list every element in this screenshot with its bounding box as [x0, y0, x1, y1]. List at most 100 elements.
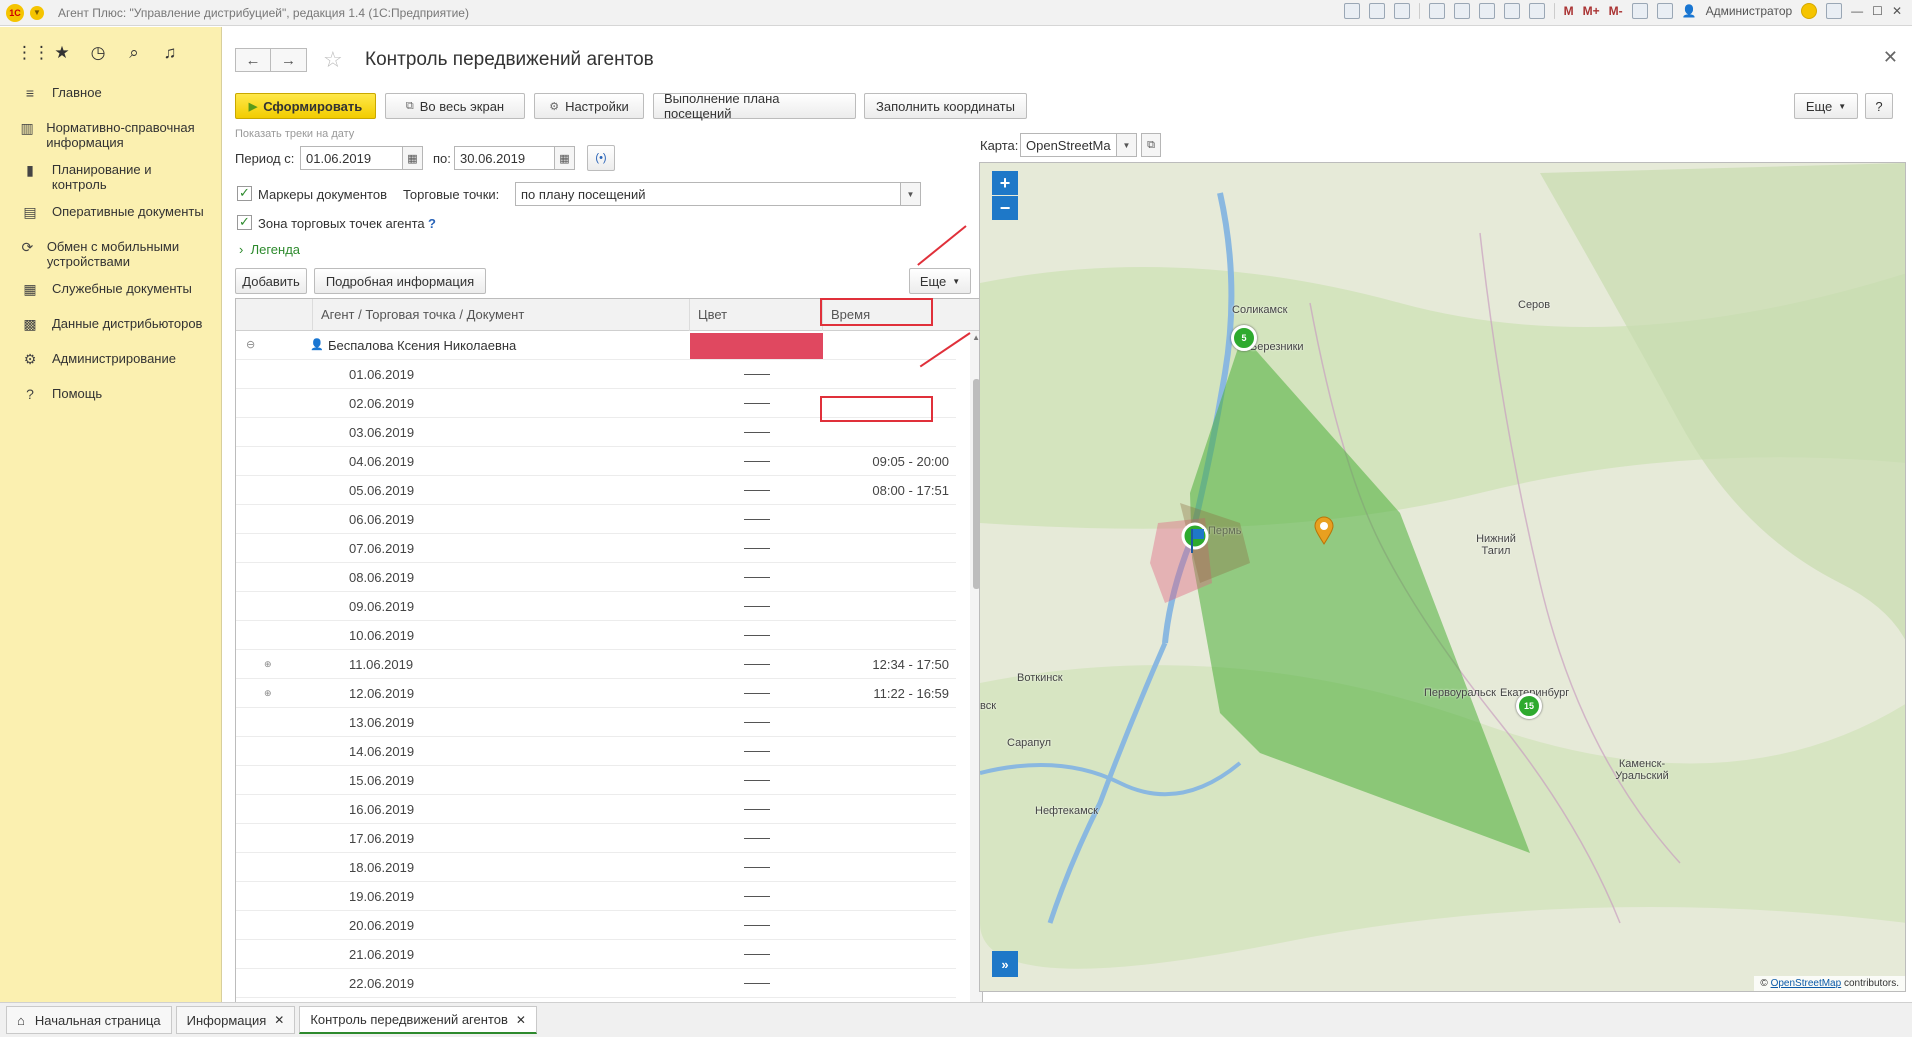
- table-row[interactable]: ⊕ 12.06.2019 11:22 - 16:59: [236, 679, 956, 708]
- chevron-down-icon[interactable]: ▼: [1117, 133, 1137, 157]
- sidebar-item-planning[interactable]: ▮ Планирование и контроль: [0, 156, 221, 198]
- table-row[interactable]: 20.06.2019: [236, 911, 956, 940]
- open-map-icon[interactable]: ⧉: [1141, 133, 1161, 157]
- table-row[interactable]: 13.06.2019: [236, 708, 956, 737]
- calculator-icon[interactable]: [1503, 3, 1520, 19]
- period-to-input[interactable]: [454, 146, 555, 170]
- table-more-button[interactable]: Еще ▼: [909, 268, 971, 294]
- fullscreen-button[interactable]: ⧉ Во весь экран: [385, 93, 525, 119]
- visit-plan-button[interactable]: Выполнение плана посещений: [653, 91, 856, 121]
- info-icon[interactable]: [1801, 3, 1818, 19]
- table-row[interactable]: 16.06.2019: [236, 795, 956, 824]
- table-row[interactable]: ⊕ 11.06.2019 12:34 - 17:50: [236, 650, 956, 679]
- cluster-marker[interactable]: 15: [1516, 693, 1542, 719]
- memory-plus-button[interactable]: M+: [1583, 4, 1600, 18]
- print-icon[interactable]: [1368, 3, 1385, 19]
- table-row[interactable]: 19.06.2019: [236, 882, 956, 911]
- period-from-input[interactable]: [300, 146, 403, 170]
- table-row[interactable]: 01.06.2019: [236, 360, 956, 389]
- table-row[interactable]: 21.06.2019: [236, 940, 956, 969]
- calendar-icon[interactable]: [1528, 3, 1545, 19]
- help-button[interactable]: ?: [1865, 93, 1893, 119]
- sidebar-item-main[interactable]: ≡ Главное: [0, 79, 221, 114]
- expand-panel-icon[interactable]: »: [992, 951, 1018, 977]
- tab-home[interactable]: ⌂ Начальная страница: [6, 1006, 172, 1034]
- table-row[interactable]: 05.06.2019 08:00 - 17:51: [236, 476, 956, 505]
- apps-grid-icon[interactable]: ⋮⋮: [16, 43, 50, 63]
- calendar-icon[interactable]: ▦: [555, 146, 575, 170]
- sidebar-item-reference[interactable]: ▥ Нормативно-справочная информация: [0, 114, 221, 156]
- maximize-icon[interactable]: ☐: [1872, 4, 1883, 18]
- table-row[interactable]: 06.06.2019: [236, 505, 956, 534]
- map-provider-select[interactable]: [1020, 133, 1117, 157]
- table-row[interactable]: 09.06.2019: [236, 592, 956, 621]
- bell-icon[interactable]: ♫: [160, 43, 180, 63]
- minimize-icon[interactable]: —: [1851, 4, 1863, 18]
- zoom-icon[interactable]: [1631, 3, 1648, 19]
- header-color[interactable]: Цвет: [690, 299, 823, 331]
- zoom-out-button[interactable]: −: [992, 196, 1018, 220]
- document-markers-checkbox[interactable]: ✓: [237, 186, 252, 201]
- form-report-button[interactable]: ▶ Сформировать: [235, 93, 376, 119]
- app-menu-icon[interactable]: ▼: [30, 5, 44, 20]
- close-tab-icon[interactable]: ✕: [516, 1013, 526, 1027]
- table-row[interactable]: 04.06.2019 09:05 - 20:00: [236, 447, 956, 476]
- sidebar-item-mobile-exchange[interactable]: ⟳ Обмен с мобильными устройствами: [0, 233, 221, 275]
- favorites-star-icon[interactable]: ★: [52, 43, 72, 63]
- header-agent[interactable]: Агент / Торговая точка / Документ: [313, 299, 690, 331]
- search-icon[interactable]: ⌕: [124, 43, 144, 63]
- table-row[interactable]: 18.06.2019: [236, 853, 956, 882]
- memory-button[interactable]: M: [1564, 4, 1574, 18]
- table-row[interactable]: 08.06.2019: [236, 563, 956, 592]
- back-button[interactable]: ←: [235, 48, 271, 72]
- table-row[interactable]: 15.06.2019: [236, 766, 956, 795]
- forward-button[interactable]: →: [271, 48, 307, 72]
- agent-position-icon[interactable]: [1180, 521, 1210, 561]
- map-view[interactable]: + − Соликамск Березники Серов Нижний Таг…: [979, 162, 1906, 992]
- link-icon[interactable]: [1428, 3, 1445, 19]
- table-row[interactable]: 22.06.2019: [236, 969, 956, 998]
- window-menu-icon[interactable]: [1826, 3, 1843, 19]
- user-name[interactable]: Администратор: [1706, 4, 1793, 18]
- cluster-marker[interactable]: 5: [1231, 325, 1257, 351]
- agent-color-swatch[interactable]: [690, 333, 823, 359]
- expand-icon[interactable]: ⊕: [264, 679, 272, 708]
- table-row[interactable]: 07.06.2019: [236, 534, 956, 563]
- panel-icon[interactable]: [1656, 3, 1673, 19]
- add-button[interactable]: Добавить: [235, 268, 307, 294]
- sidebar-item-distributors[interactable]: ▩ Данные дистрибьюторов: [0, 310, 221, 345]
- close-form-icon[interactable]: ✕: [1883, 47, 1898, 68]
- close-window-icon[interactable]: ✕: [1892, 4, 1902, 18]
- favorite-star-icon[interactable]: ☆: [323, 47, 343, 73]
- tab-agent-tracking[interactable]: Контроль передвижений агентов ✕: [299, 1006, 537, 1034]
- agent-zone-checkbox[interactable]: ✓: [237, 215, 252, 230]
- sidebar-item-admin[interactable]: ⚙ Администрирование: [0, 345, 221, 380]
- sidebar-item-help[interactable]: ? Помощь: [0, 380, 221, 415]
- osm-link[interactable]: OpenStreetMap: [1771, 978, 1842, 989]
- settings-button[interactable]: ⚙ Настройки: [534, 93, 644, 119]
- chevron-down-icon[interactable]: ▼: [901, 182, 921, 206]
- more-button[interactable]: Еще ▼: [1794, 93, 1858, 119]
- table-row[interactable]: 14.06.2019: [236, 737, 956, 766]
- collapse-icon[interactable]: ⊖: [246, 331, 255, 360]
- zone-help-icon[interactable]: ?: [428, 216, 436, 231]
- calendar-icon[interactable]: ▦: [403, 146, 423, 170]
- legend-toggle[interactable]: › Легенда: [239, 242, 300, 257]
- tab-info[interactable]: Информация ✕: [175, 1006, 296, 1034]
- table-row[interactable]: 03.06.2019: [236, 418, 956, 447]
- sidebar-item-service-docs[interactable]: ▦ Служебные документы: [0, 275, 221, 310]
- close-tab-icon[interactable]: ✕: [274, 1013, 284, 1027]
- preview-icon[interactable]: [1393, 3, 1410, 19]
- outlets-select[interactable]: [515, 182, 901, 206]
- expand-icon[interactable]: ⊕: [264, 650, 272, 679]
- sidebar-item-operational-docs[interactable]: ▤ Оперативные документы: [0, 198, 221, 233]
- mail-icon[interactable]: [1453, 3, 1470, 19]
- memory-minus-button[interactable]: M-: [1609, 4, 1623, 18]
- history-icon[interactable]: ◷: [88, 43, 108, 63]
- details-button[interactable]: Подробная информация: [314, 268, 486, 294]
- table-row[interactable]: 10.06.2019: [236, 621, 956, 650]
- agent-row[interactable]: ⊖ 👤 Беспалова Ксения Николаевна: [236, 331, 956, 360]
- fill-coordinates-button[interactable]: Заполнить координаты: [864, 93, 1027, 119]
- history-icon[interactable]: [1478, 3, 1495, 19]
- save-icon[interactable]: [1343, 3, 1360, 19]
